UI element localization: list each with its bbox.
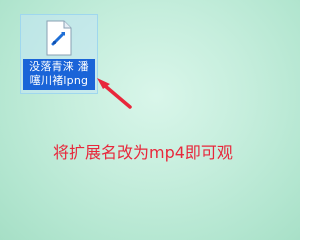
image-file-icon [46,20,72,56]
desktop-background: 没落青涞 潘 噻川褚lpng 将扩展名改为mp4即可观 [0,0,300,240]
file-name-label[interactable]: 没落青涞 潘 噻川褚lpng [23,59,95,90]
desktop-file-item[interactable]: 没落青涞 潘 噻川褚lpng [20,14,98,94]
instruction-text: 将扩展名改为mp4即可观 [53,143,233,162]
